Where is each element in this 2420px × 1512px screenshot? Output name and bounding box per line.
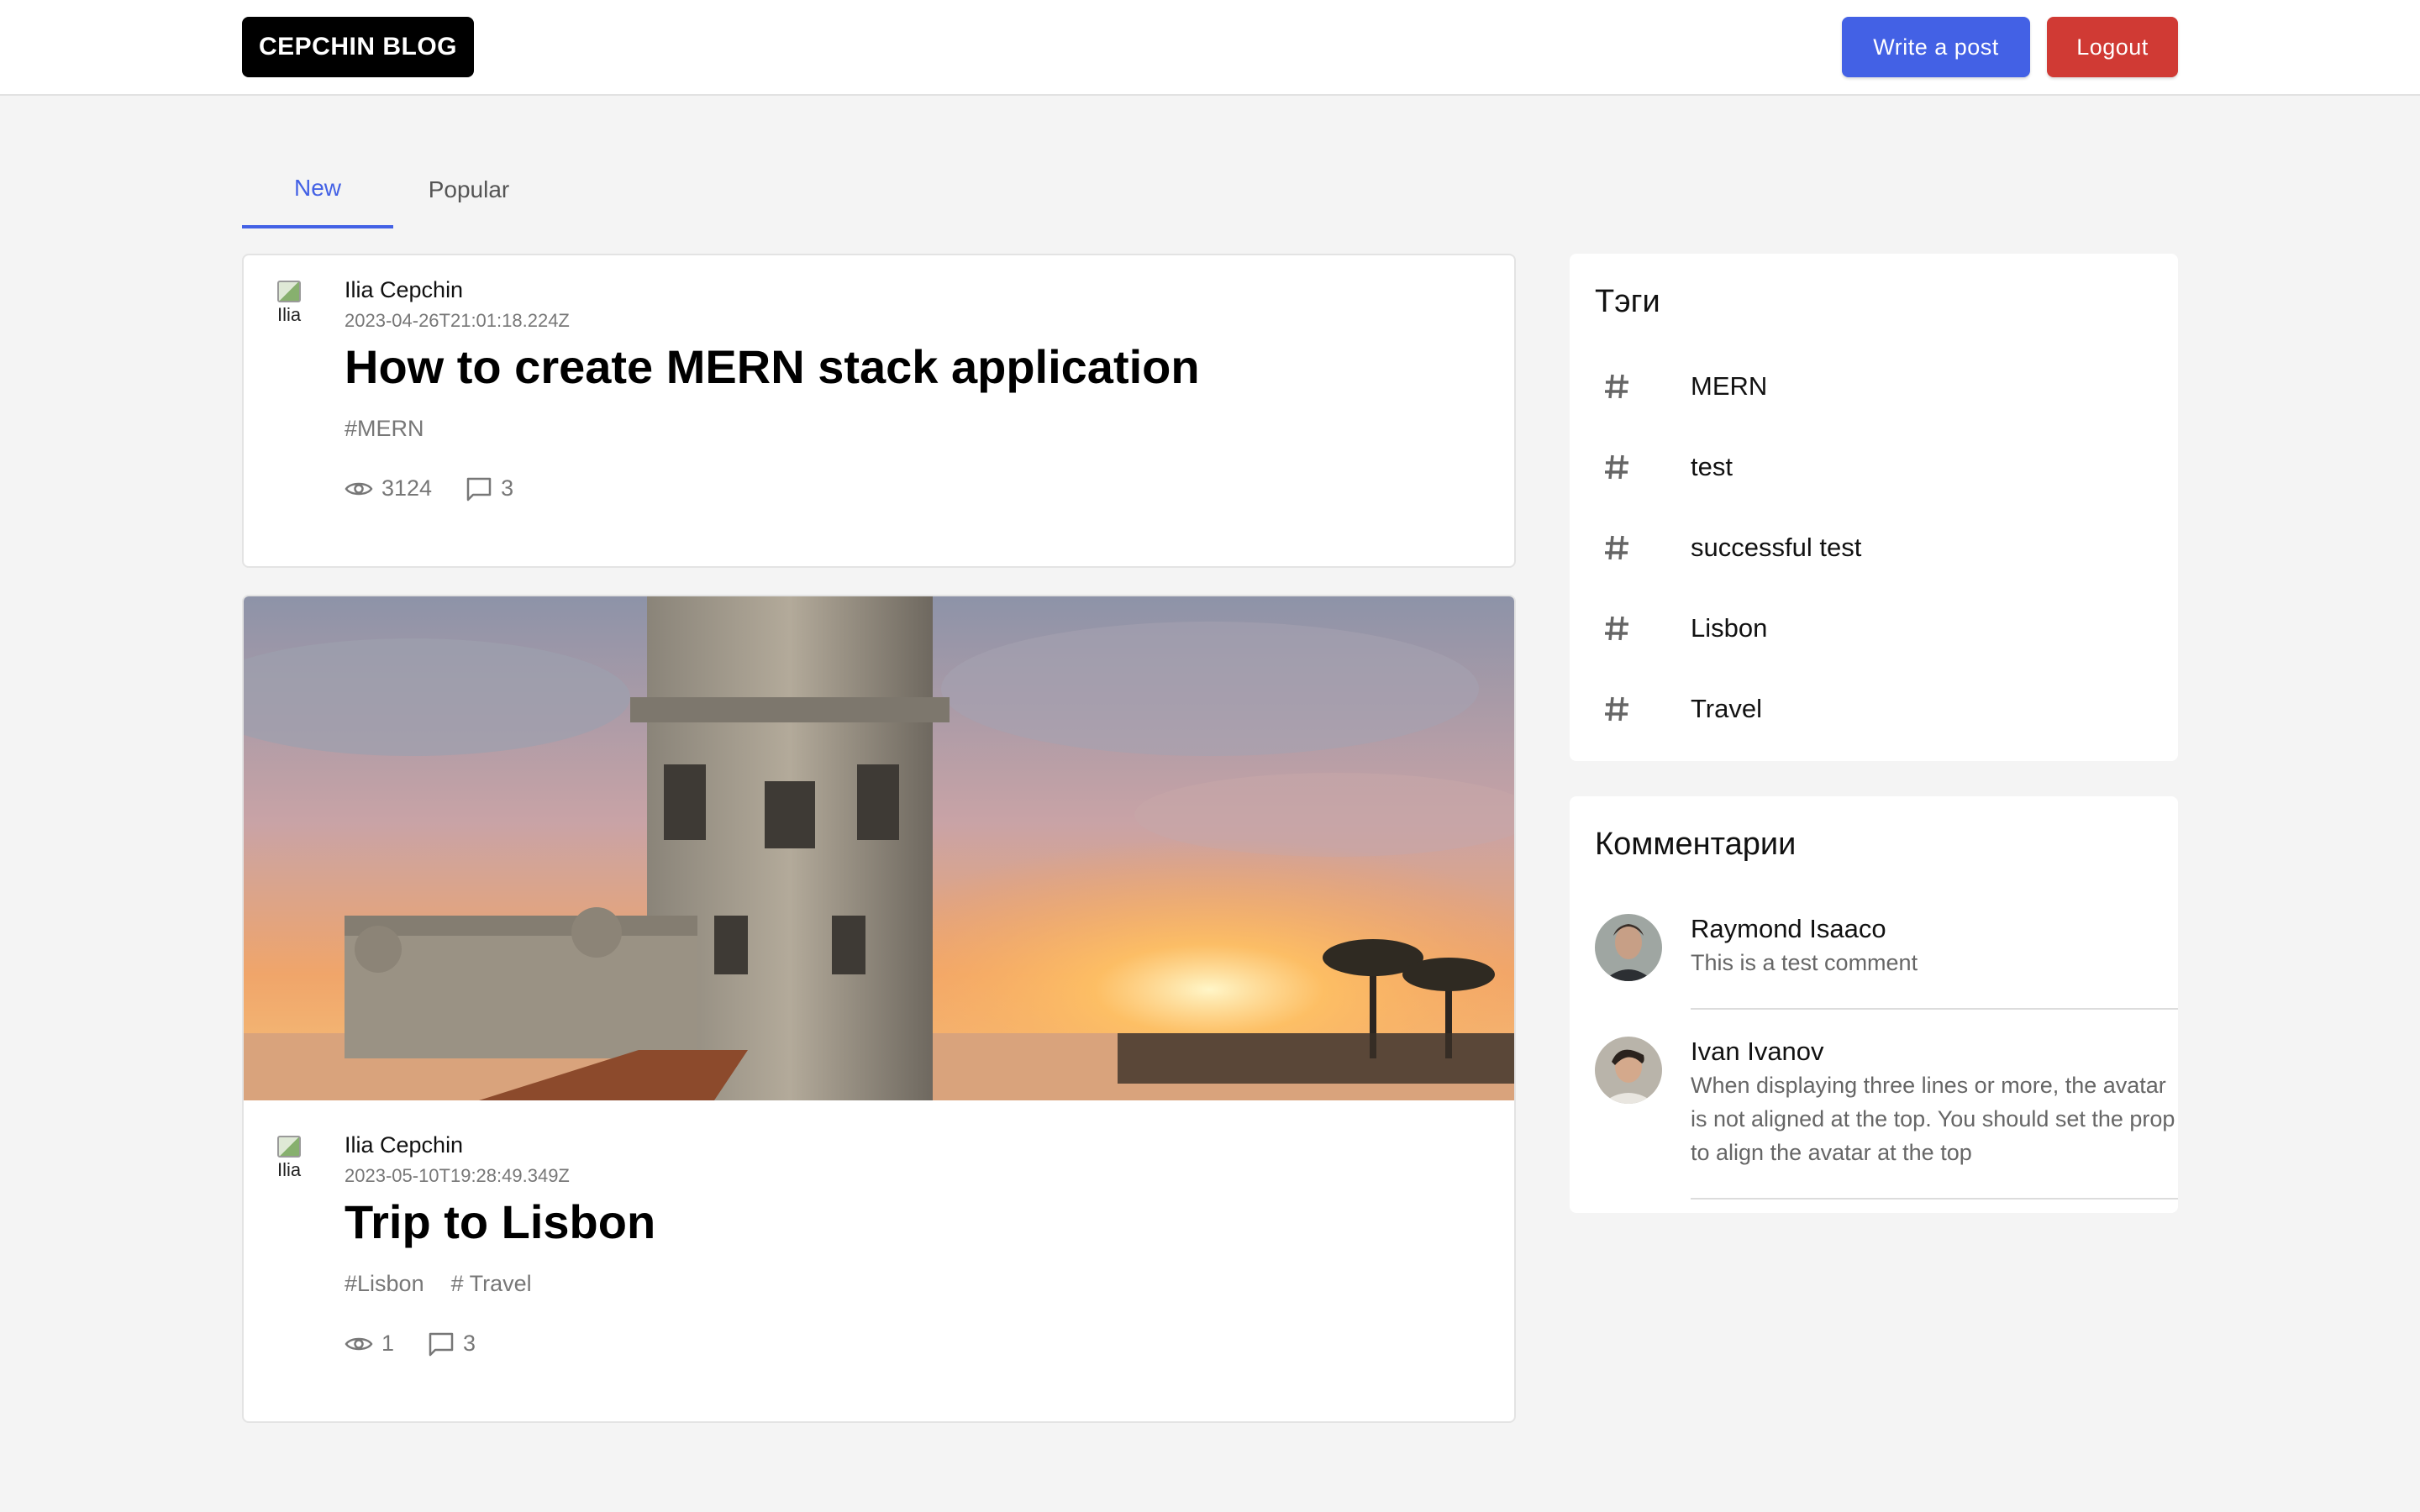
broken-image-icon (277, 1136, 301, 1158)
hash-icon (1595, 694, 1691, 724)
post-tag[interactable]: #MERN (345, 416, 424, 442)
logout-button[interactable]: Logout (2047, 17, 2178, 77)
comments-value: 3 (501, 475, 514, 501)
comments-count: 3 (466, 475, 513, 501)
comments-count: 3 (428, 1331, 476, 1357)
comment-divider (1691, 1008, 2178, 1010)
tag-item-travel[interactable]: Travel (1595, 669, 2178, 749)
post-tags: #Lisbon # Travel (345, 1271, 1514, 1297)
feed-tabs: New Popular (242, 151, 544, 228)
hash-icon (1595, 452, 1691, 482)
comment-bubble-icon (429, 1332, 454, 1356)
tag-label: test (1691, 452, 1733, 481)
tab-popular[interactable]: Popular (393, 151, 544, 228)
hash-icon (1595, 371, 1691, 402)
comment-text: When displaying three lines or more, the… (1691, 1073, 2175, 1165)
post-stats: 1 3 (345, 1331, 1514, 1357)
post-date: 2023-05-10T19:28:49.349Z (345, 1165, 570, 1186)
comment-item: Raymond Isaaco This is a test comment (1595, 914, 2178, 998)
tags-panel: Тэги MERN test successful test Lisbon Tr… (1570, 254, 2178, 761)
tag-label: successful test (1691, 533, 1862, 562)
comments-value: 3 (463, 1331, 476, 1356)
write-post-button[interactable]: Write a post (1842, 17, 2030, 77)
views-value: 3124 (381, 475, 433, 501)
tag-item-lisbon[interactable]: Lisbon (1595, 588, 2178, 669)
post-tag[interactable]: # Travel (451, 1271, 532, 1297)
post-card: Ilia Ilia Cepchin 2023-05-10T19:28:49.34… (242, 595, 1516, 1423)
views-count: 1 (345, 1331, 394, 1357)
top-navbar: CEPCHIN BLOG Write a post Logout (0, 0, 2420, 96)
post-title[interactable]: How to create MERN stack application (345, 340, 1514, 394)
blog-logo[interactable]: CEPCHIN BLOG (242, 17, 475, 77)
broken-image-icon (277, 281, 301, 302)
post-tag[interactable]: #Lisbon (345, 1271, 424, 1297)
avatar-alt-text: Ilia (277, 1159, 302, 1180)
post-card: Ilia Ilia Cepchin 2023-04-26T21:01:18.22… (242, 254, 1516, 568)
post-title[interactable]: Trip to Lisbon (345, 1195, 1514, 1249)
eye-icon (345, 1337, 373, 1350)
post-tags: #MERN (345, 416, 1514, 442)
comments-panel: Комментарии Raymond Isaaco This is a tes… (1570, 796, 2178, 1213)
tag-label: Travel (1691, 694, 1762, 723)
views-count: 3124 (345, 475, 432, 501)
tag-label: MERN (1691, 371, 1768, 401)
post-stats: 3124 3 (345, 475, 1514, 501)
hash-icon (1595, 533, 1691, 563)
comment-content: Raymond Isaaco This is a test comment (1691, 914, 2178, 979)
comment-text: This is a test comment (1691, 950, 1918, 975)
comment-item: Ivan Ivanov When displaying three lines … (1595, 1037, 2178, 1188)
avatar-alt-text: Ilia (277, 304, 302, 325)
post-author: Ilia Cepchin (345, 277, 464, 302)
author-avatar: Ilia (277, 281, 318, 328)
tag-label: Lisbon (1691, 613, 1768, 643)
hash-icon (1595, 613, 1691, 643)
views-value: 1 (381, 1331, 395, 1356)
tag-item-successful-test[interactable]: successful test (1595, 507, 2178, 588)
post-cover-image[interactable] (244, 596, 1514, 1100)
comment-bubble-icon (466, 477, 492, 501)
avatar (1595, 1037, 1662, 1104)
comment-author: Raymond Isaaco (1691, 914, 1886, 943)
author-avatar: Ilia (277, 1136, 318, 1183)
tags-panel-title: Тэги (1595, 284, 1660, 319)
tab-new[interactable]: New (242, 151, 393, 228)
eye-icon (345, 482, 373, 495)
avatar (1595, 914, 1662, 981)
tag-item-mern[interactable]: MERN (1595, 346, 2178, 427)
tag-item-test[interactable]: test (1595, 427, 2178, 507)
comment-content: Ivan Ivanov When displaying three lines … (1691, 1037, 2178, 1169)
post-date: 2023-04-26T21:01:18.224Z (345, 310, 570, 331)
comments-panel-title: Комментарии (1595, 827, 1797, 862)
post-author: Ilia Cepchin (345, 1132, 464, 1158)
comment-author: Ivan Ivanov (1691, 1037, 1824, 1066)
comment-divider (1691, 1198, 2178, 1200)
